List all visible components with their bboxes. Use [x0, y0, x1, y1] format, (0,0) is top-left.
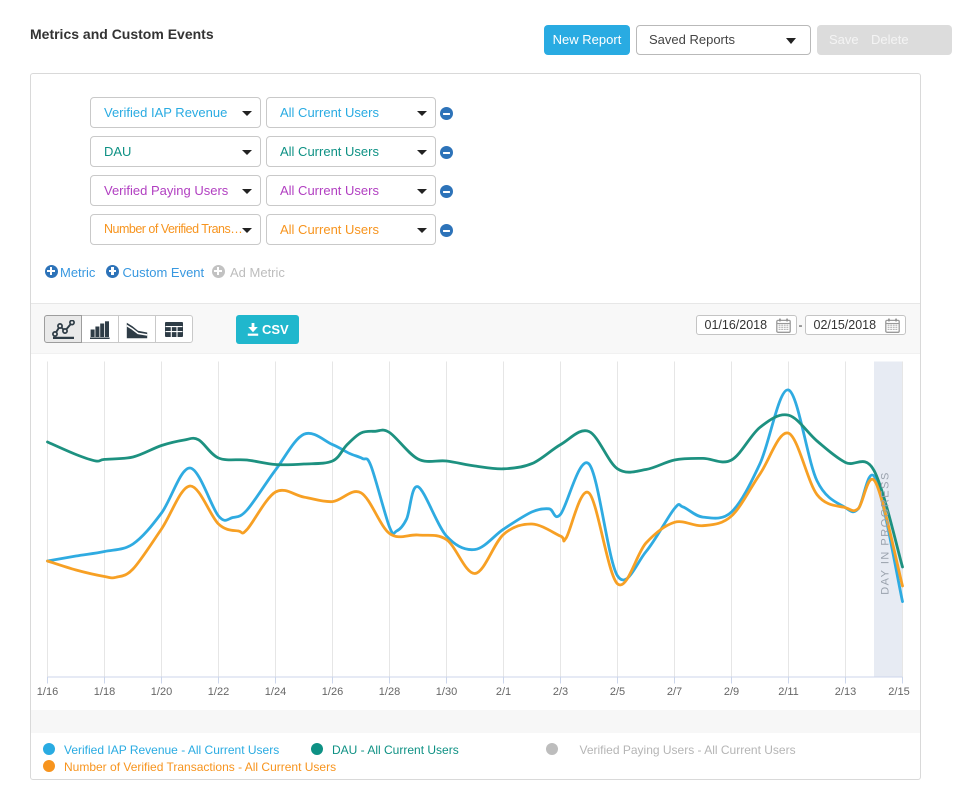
svg-text:2/1: 2/1 [495, 686, 510, 698]
svg-text:2/13: 2/13 [834, 686, 855, 698]
svg-text:2/5: 2/5 [609, 686, 624, 698]
svg-text:2/7: 2/7 [666, 686, 681, 698]
svg-text:2/9: 2/9 [723, 686, 738, 698]
svg-text:2/3: 2/3 [552, 686, 567, 698]
svg-text:1/18: 1/18 [93, 686, 114, 698]
svg-text:1/24: 1/24 [264, 686, 285, 698]
svg-text:1/26: 1/26 [321, 686, 342, 698]
svg-text:1/16: 1/16 [36, 686, 57, 698]
svg-text:2/15: 2/15 [888, 686, 909, 698]
svg-text:1/30: 1/30 [435, 686, 456, 698]
svg-text:1/28: 1/28 [378, 686, 399, 698]
svg-text:2/11: 2/11 [778, 686, 799, 698]
svg-text:DAY IN PROGRESS: DAY IN PROGRESS [879, 471, 891, 595]
svg-text:1/22: 1/22 [207, 686, 228, 698]
svg-text:1/20: 1/20 [150, 686, 171, 698]
